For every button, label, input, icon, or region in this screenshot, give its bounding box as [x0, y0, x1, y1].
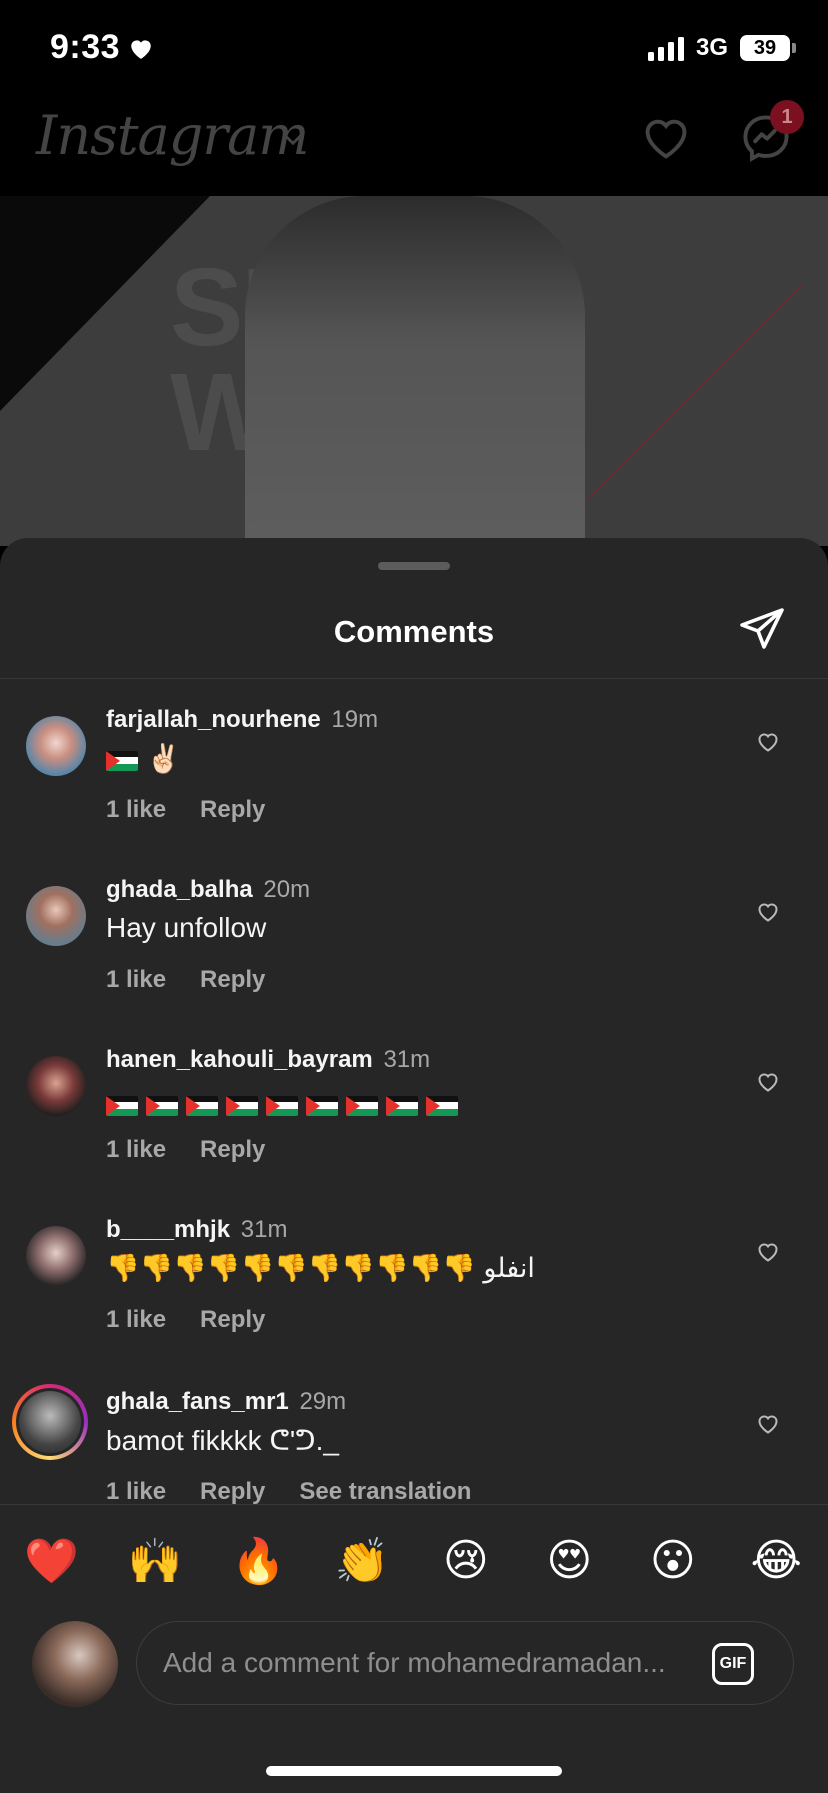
- comment-username[interactable]: hanen_kahouli_bayram: [106, 1046, 373, 1073]
- likes-count[interactable]: 1 like: [106, 1306, 166, 1334]
- reply-button[interactable]: Reply: [200, 1478, 265, 1506]
- comment-text: ✌🏻: [106, 742, 181, 775]
- comment-header: b____mhjk 31m: [106, 1216, 287, 1244]
- reaction-crying[interactable]: 😢: [434, 1535, 498, 1587]
- palestine-flag-icon: [386, 1095, 418, 1116]
- reply-button[interactable]: Reply: [200, 1306, 265, 1334]
- instagram-logo[interactable]: Instagram: [36, 104, 309, 167]
- reaction-heart-eyes[interactable]: 😍: [537, 1535, 601, 1587]
- comment-time: 19m: [331, 706, 379, 733]
- comment-actions: 1 like Reply: [106, 966, 265, 994]
- network-label: 3G: [695, 34, 728, 61]
- my-avatar: [32, 1621, 118, 1707]
- comment-header: ghada_balha 20m: [106, 876, 310, 904]
- chevron-down-icon[interactable]: [280, 126, 306, 152]
- like-heart-icon[interactable]: [756, 1412, 780, 1436]
- comment-composer-bar: ❤️ 🙌 🔥 👏 😢 😍 😮 😂 GIF: [0, 1504, 828, 1793]
- notifications-heart-icon[interactable]: [640, 112, 692, 164]
- palestine-flag-icon: [106, 750, 138, 771]
- reply-button[interactable]: Reply: [200, 966, 265, 994]
- comment-username[interactable]: b____mhjk: [106, 1216, 230, 1243]
- post-accent-line: [589, 284, 803, 498]
- reaction-clap[interactable]: 👏: [330, 1535, 394, 1587]
- comment-header: ghala_fans_mr1 29m: [106, 1388, 346, 1416]
- comment-time: 31m: [383, 1046, 431, 1073]
- battery-level: 39: [740, 35, 790, 61]
- comment-actions: 1 like Reply: [106, 1306, 265, 1334]
- palestine-flag-icon: [426, 1095, 458, 1116]
- comment-username[interactable]: farjallah_nourhene: [106, 706, 321, 733]
- home-indicator[interactable]: [266, 1766, 562, 1776]
- reaction-surprised[interactable]: 😮: [641, 1535, 705, 1587]
- see-translation-button[interactable]: See translation: [299, 1478, 471, 1506]
- comment-username[interactable]: ghala_fans_mr1: [106, 1388, 289, 1415]
- like-heart-icon[interactable]: [756, 730, 780, 754]
- sheet-grabber[interactable]: [378, 562, 450, 570]
- likes-count[interactable]: 1 like: [106, 796, 166, 824]
- gif-button[interactable]: GIF: [712, 1643, 754, 1685]
- comment-item: farjallah_nourhene 19m ✌🏻 1 like Reply: [0, 706, 828, 876]
- status-time: 9:33: [50, 28, 154, 67]
- like-heart-icon[interactable]: [756, 900, 780, 924]
- comment-item: ghada_balha 20m Hay unfollow 1 like Repl…: [0, 876, 828, 1046]
- post-image: SHOW WEEK: [0, 196, 828, 546]
- avatar[interactable]: [26, 886, 86, 946]
- palestine-flag-icon: [306, 1095, 338, 1116]
- palestine-flag-icon: [266, 1095, 298, 1116]
- palestine-flag-icon: [146, 1095, 178, 1116]
- share-icon[interactable]: [738, 604, 786, 652]
- sheet-title: Comments: [333, 614, 495, 649]
- reaction-heart[interactable]: ❤️: [20, 1535, 84, 1587]
- like-heart-icon[interactable]: [756, 1240, 780, 1264]
- reply-button[interactable]: Reply: [200, 1136, 265, 1164]
- avatar[interactable]: [26, 1056, 86, 1116]
- likes-count[interactable]: 1 like: [106, 966, 166, 994]
- palestine-flag-icon: [186, 1095, 218, 1116]
- comment-username[interactable]: ghada_balha: [106, 876, 253, 903]
- status-bar: 9:33 3G 39: [0, 0, 828, 100]
- likes-count[interactable]: 1 like: [106, 1478, 166, 1506]
- avatar-story-ring[interactable]: [12, 1384, 88, 1460]
- messages-badge: 1: [770, 100, 804, 134]
- like-heart-icon[interactable]: [756, 1070, 780, 1094]
- palestine-flag-icon: [106, 1095, 138, 1116]
- comment-text: Hay unfollow: [106, 912, 267, 943]
- sheet-divider: [0, 678, 828, 679]
- comment-text-flags: [106, 1088, 466, 1120]
- quick-reactions: ❤️ 🙌 🔥 👏 😢 😍 😮 😂: [0, 1535, 828, 1587]
- time-text: 9:33: [50, 28, 121, 66]
- palestine-flag-icon: [346, 1095, 378, 1116]
- comment-time: 31m: [240, 1216, 288, 1243]
- comment-header: farjallah_nourhene 19m: [106, 706, 378, 734]
- comment-time: 29m: [299, 1388, 347, 1415]
- comment-header: hanen_kahouli_bayram 31m: [106, 1046, 430, 1074]
- comment-text-content: ✌🏻: [146, 743, 181, 774]
- reaction-raised-hands[interactable]: 🙌: [123, 1535, 187, 1587]
- comment-actions: 1 like Reply: [106, 796, 265, 824]
- reaction-fire[interactable]: 🔥: [227, 1535, 291, 1587]
- palestine-flag-icon: [226, 1095, 258, 1116]
- comment-text: 👎👎👎👎👎👎👎👎👎👎👎 انفلو: [106, 1253, 535, 1283]
- comment-item: b____mhjk 31m 👎👎👎👎👎👎👎👎👎👎👎 انفلو 1 like R…: [0, 1216, 828, 1386]
- comment-actions: 1 like Reply See translation: [106, 1478, 471, 1506]
- avatar[interactable]: [26, 716, 86, 776]
- comment-item: hanen_kahouli_bayram 31m 1 like Reply: [0, 1046, 828, 1216]
- post-person-figure: [245, 196, 585, 546]
- comment-actions: 1 like Reply: [106, 1136, 265, 1164]
- heart-status-icon: [131, 39, 151, 59]
- reaction-laughing[interactable]: 😂: [744, 1535, 808, 1587]
- avatar[interactable]: [26, 1226, 86, 1286]
- battery-icon: 39: [740, 35, 796, 61]
- signal-icon: [647, 35, 684, 61]
- comment-input[interactable]: [136, 1621, 794, 1705]
- comment-time: 20m: [263, 876, 311, 903]
- reply-button[interactable]: Reply: [200, 796, 265, 824]
- app-header: Instagram 1: [0, 100, 828, 196]
- comment-text: bamot fikkkk ᕦ'ᕤ._: [106, 1425, 339, 1456]
- status-indicators: 3G 39: [647, 34, 796, 62]
- likes-count[interactable]: 1 like: [106, 1136, 166, 1164]
